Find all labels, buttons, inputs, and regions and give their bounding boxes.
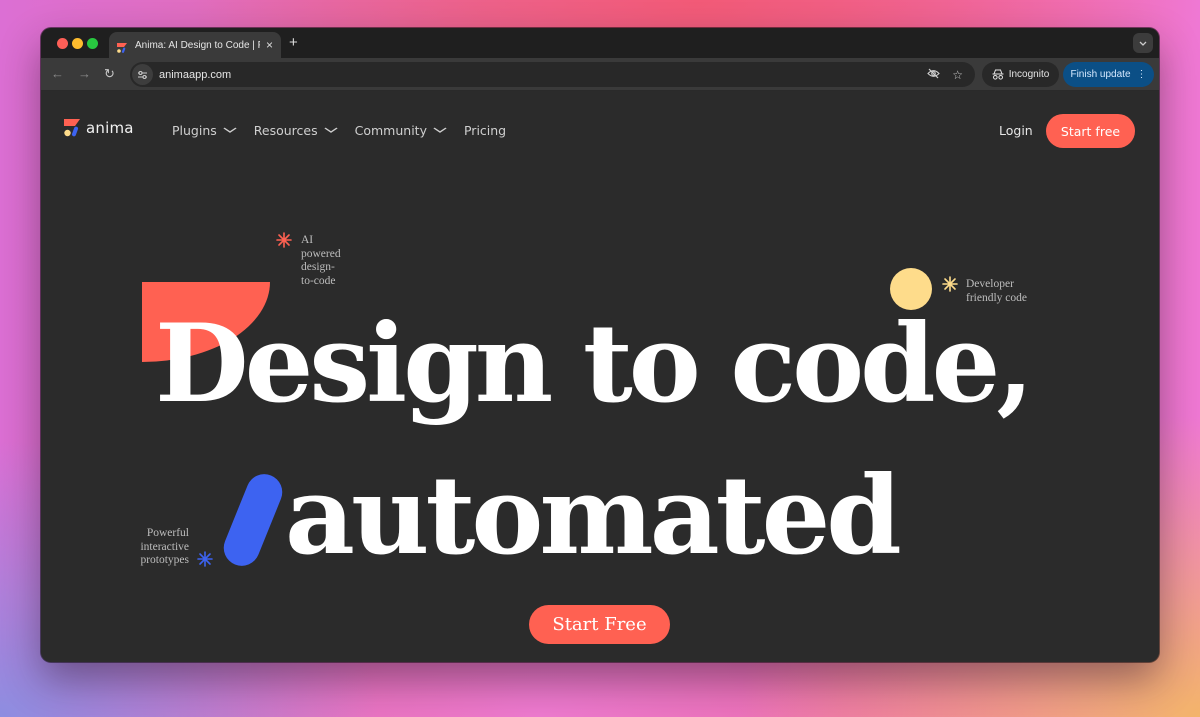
nav-resources[interactable]: Resources — [253, 123, 338, 138]
minimize-window-button[interactable] — [72, 38, 83, 49]
nav-pricing[interactable]: Pricing — [464, 123, 506, 138]
new-tab-button[interactable]: + — [289, 34, 298, 51]
annotation-line: Powerful — [146, 527, 189, 539]
hero-headline-line2: automated — [285, 453, 902, 579]
back-button[interactable]: ← — [51, 66, 64, 81]
nav-community-label: Community — [354, 123, 427, 138]
bookmark-star-icon[interactable]: ☆ — [952, 68, 963, 82]
tab-search-button[interactable] — [1133, 33, 1153, 53]
incognito-label: Incognito — [1008, 69, 1050, 80]
forward-button[interactable]: → — [78, 66, 91, 81]
nav-resources-label: Resources — [253, 123, 318, 138]
finish-update-button[interactable]: Finish update ⋮ — [1063, 62, 1154, 87]
main-nav: Plugins Resources Community Pricing — [172, 123, 525, 138]
annotation-line: friendly code — [966, 291, 1027, 304]
sparkle-icon — [197, 551, 213, 570]
incognito-indicator[interactable]: Incognito — [982, 62, 1059, 87]
annotation-developer-friendly: Developer friendly code — [966, 278, 1027, 305]
address-bar[interactable]: animaapp.com ☆ — [130, 62, 975, 87]
nav-community[interactable]: Community — [354, 123, 447, 138]
logo-wordmark: anima — [86, 119, 134, 137]
chevron-down-icon — [222, 126, 237, 136]
annotation-line: design- — [301, 261, 335, 273]
annotation-line: interactive — [140, 540, 189, 553]
nav-plugins[interactable]: Plugins — [172, 123, 237, 138]
login-link[interactable]: Login — [999, 123, 1033, 138]
more-menu-icon[interactable]: ⋮ — [1137, 69, 1147, 80]
nav-plugins-label: Plugins — [172, 123, 217, 138]
anima-logo-icon — [117, 40, 127, 53]
finish-update-label: Finish update — [1070, 69, 1131, 80]
annotation-line: AI — [301, 234, 314, 246]
nav-pricing-label: Pricing — [463, 123, 507, 138]
browser-toolbar: ← → ↻ animaapp.com ☆ Incognito Finish up… — [41, 58, 1159, 91]
anima-logo[interactable]: anima — [64, 119, 134, 137]
sparkle-icon — [276, 232, 292, 251]
start-free-hero-button[interactable]: Start Free — [529, 605, 670, 644]
eye-off-icon[interactable] — [927, 68, 941, 82]
anima-logo-icon — [64, 119, 80, 137]
tab-anima[interactable]: Anima: AI Design to Code | Fig × — [109, 32, 281, 58]
tab-title: Anima: AI Design to Code | Fig — [135, 39, 260, 51]
annotation-line: Developer — [966, 278, 1014, 290]
url-text[interactable]: animaapp.com — [159, 69, 927, 81]
close-tab-icon[interactable]: × — [266, 38, 273, 52]
blue-pill-shape — [218, 468, 288, 572]
incognito-icon — [992, 69, 1004, 80]
annotation-line: to-code — [301, 274, 336, 287]
start-free-nav-button[interactable]: Start free — [1046, 114, 1135, 148]
maximize-window-button[interactable] — [87, 38, 98, 49]
chevron-down-icon — [1139, 41, 1147, 46]
annotation-line: prototypes — [140, 554, 189, 566]
annotation-ai-powered: AI powered design- to-code — [301, 234, 361, 288]
hero-headline-line1: Design to code, — [155, 301, 1034, 427]
browser-window: Anima: AI Design to Code | Fig × + ← → ↻… — [41, 28, 1159, 662]
annotation-interactive-prototypes: Powerful interactive prototypes — [111, 527, 189, 568]
reload-button[interactable]: ↻ — [104, 66, 115, 82]
chevron-down-icon — [432, 126, 447, 136]
chevron-down-icon — [323, 126, 338, 136]
anima-homepage: anima Plugins Resources Community Pricin… — [41, 92, 1159, 662]
annotation-line: powered — [301, 247, 341, 260]
tab-strip: Anima: AI Design to Code | Fig × + — [41, 28, 1159, 58]
sparkle-icon — [942, 276, 958, 295]
close-window-button[interactable] — [57, 38, 68, 49]
site-info-icon[interactable] — [132, 64, 153, 85]
